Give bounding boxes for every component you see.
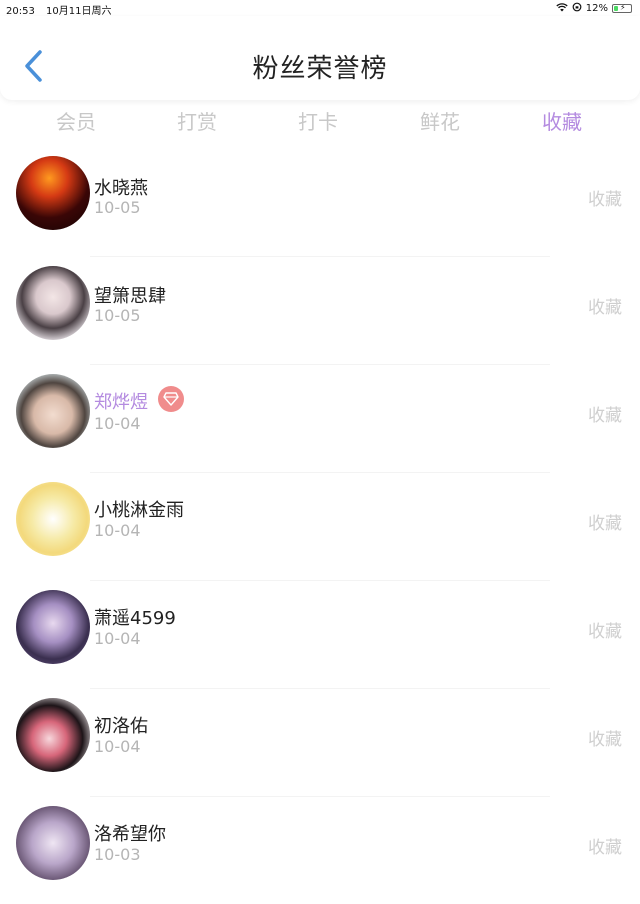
favorite-label: 收藏 bbox=[588, 514, 622, 534]
orientation-lock-icon bbox=[572, 2, 582, 15]
favorite-label: 收藏 bbox=[588, 298, 622, 318]
favorite-label: 收藏 bbox=[588, 406, 622, 426]
fan-date: 10-04 bbox=[94, 629, 141, 648]
list-item[interactable]: 望箫思肆 10-05 收藏 bbox=[0, 256, 640, 365]
diamond-icon bbox=[163, 392, 179, 406]
tab-flowers[interactable]: 鲜花 bbox=[380, 104, 500, 140]
avatar bbox=[16, 590, 90, 664]
status-right: 12% ⚡ bbox=[556, 2, 632, 15]
fan-name: 水晓燕 bbox=[94, 178, 148, 199]
tab-favorites[interactable]: 收藏 bbox=[502, 104, 622, 140]
wifi-icon bbox=[556, 2, 568, 15]
list-item[interactable]: 萧遥4599 10-04 收藏 bbox=[0, 580, 640, 689]
page-title: 粉丝荣誉榜 bbox=[252, 54, 388, 84]
favorite-label: 收藏 bbox=[588, 730, 622, 750]
fan-name: 郑烨煜 bbox=[94, 392, 148, 413]
avatar bbox=[16, 156, 90, 230]
status-left: 20:53 10月11日周六 bbox=[6, 2, 111, 17]
fan-date: 10-04 bbox=[94, 521, 141, 540]
avatar bbox=[16, 698, 90, 772]
fan-date: 10-04 bbox=[94, 414, 141, 433]
favorite-label: 收藏 bbox=[588, 838, 622, 858]
tab-checkin[interactable]: 打卡 bbox=[258, 104, 378, 140]
fan-name: 洛希望你 bbox=[94, 824, 166, 845]
tab-member[interactable]: 会员 bbox=[16, 104, 136, 140]
fan-name: 初洛佑 bbox=[94, 716, 148, 737]
fan-date: 10-03 bbox=[94, 845, 141, 864]
status-bar: 20:53 10月11日周六 12% ⚡ bbox=[0, 0, 640, 17]
fan-date: 10-04 bbox=[94, 737, 141, 756]
favorite-label: 收藏 bbox=[588, 190, 622, 210]
fan-date: 10-05 bbox=[94, 198, 141, 217]
battery-icon: ⚡ bbox=[612, 3, 632, 13]
vip-badge bbox=[158, 386, 184, 412]
list-item[interactable]: 洛希望你 10-03 收藏 bbox=[0, 796, 640, 904]
avatar bbox=[16, 806, 90, 880]
tab-bar: 会员 打赏 打卡 鲜花 收藏 bbox=[0, 104, 640, 144]
tab-reward[interactable]: 打赏 bbox=[137, 104, 257, 140]
list-item[interactable]: 小桃淋金雨 10-04 收藏 bbox=[0, 472, 640, 581]
fan-name: 小桃淋金雨 bbox=[94, 500, 184, 521]
list-item[interactable]: 水晓燕 10-05 收藏 bbox=[0, 148, 640, 256]
battery-percent: 12% bbox=[585, 3, 608, 14]
list-item[interactable]: 郑烨煜 10-04 收藏 bbox=[0, 364, 640, 473]
favorite-label: 收藏 bbox=[588, 622, 622, 642]
fan-name: 望箫思肆 bbox=[94, 286, 166, 307]
list-item[interactable]: 初洛佑 10-04 收藏 bbox=[0, 688, 640, 797]
avatar bbox=[16, 266, 90, 340]
fan-date: 10-05 bbox=[94, 306, 141, 325]
avatar bbox=[16, 374, 90, 448]
fan-name: 萧遥4599 bbox=[94, 608, 176, 629]
header-bar: 粉丝荣誉榜 bbox=[0, 16, 640, 100]
avatar bbox=[16, 482, 90, 556]
